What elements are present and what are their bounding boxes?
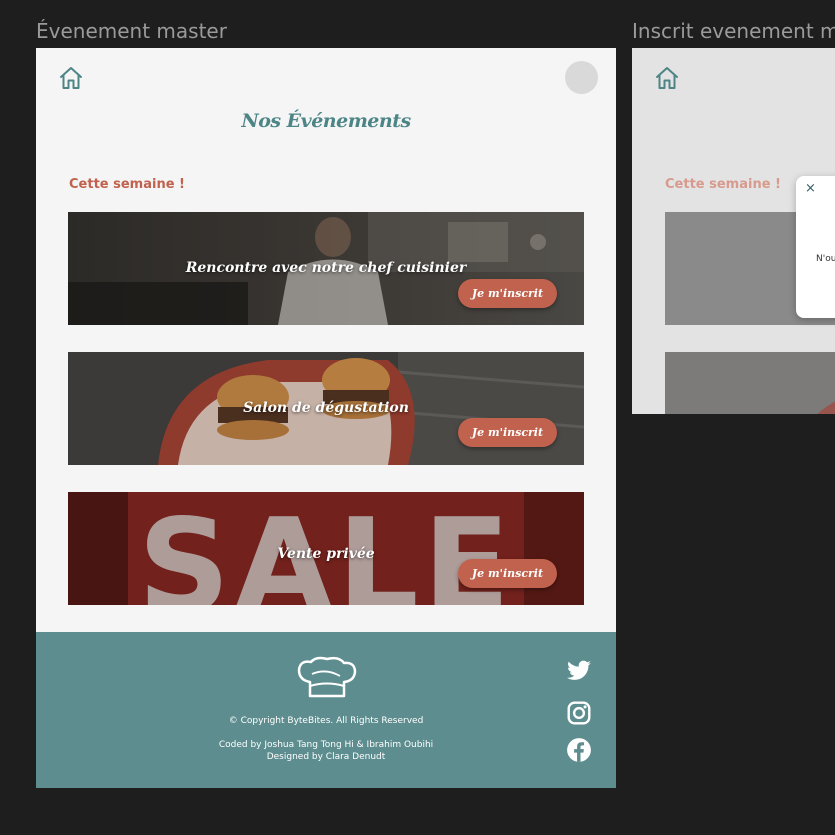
frame-label-inscrit-evenement[interactable]: Inscrit evenement m (632, 19, 835, 43)
event-card-dimmed (665, 352, 835, 414)
footer: © Copyright ByteBites. All Rights Reserv… (36, 632, 616, 788)
chef-hat-icon (297, 656, 357, 698)
event-title: Salon de dégustation (243, 400, 409, 416)
burgers-photo (817, 401, 835, 414)
facebook-icon[interactable] (566, 737, 592, 763)
designed-by-text: Designed by Clara Denudt (266, 752, 386, 762)
registration-modal: × N'ou (796, 176, 835, 318)
register-button[interactable]: Je m'inscrit (458, 559, 557, 588)
close-icon[interactable]: × (805, 181, 816, 196)
event-card-chef[interactable]: Rencontre avec notre chef cuisinier Je m… (68, 212, 584, 325)
page-title: Nos Événements (241, 110, 411, 132)
twitter-icon[interactable] (566, 658, 592, 684)
coded-by-text: Coded by Joshua Tang Tong Hi & Ibrahim O… (218, 740, 434, 750)
home-icon[interactable] (58, 65, 84, 91)
event-card-private-sale[interactable]: SALE Vente privée Je m'inscrit (68, 492, 584, 605)
credits: Coded by Joshua Tang Tong Hi & Ibrahim O… (36, 739, 616, 763)
section-heading: Cette semaine ! (69, 177, 185, 192)
instagram-icon[interactable] (566, 700, 592, 726)
event-card-tasting[interactable]: Salon de dégustation Je m'inscrit (68, 352, 584, 465)
event-title: Rencontre avec notre chef cuisinier (185, 260, 467, 276)
inscrit-evenement-frame: Cette semaine ! × N'ou (632, 48, 835, 414)
register-button[interactable]: Je m'inscrit (458, 418, 557, 447)
frame-label-evenement-master[interactable]: Évenement master (36, 19, 227, 43)
evenement-master-frame: Nos Événements Cette semaine ! Rencontre… (36, 48, 616, 788)
section-heading: Cette semaine ! (665, 177, 781, 192)
modal-message: N'ou (816, 254, 835, 264)
avatar[interactable] (565, 61, 598, 94)
home-icon[interactable] (654, 65, 680, 91)
register-button[interactable]: Je m'inscrit (458, 279, 557, 308)
copyright-text: © Copyright ByteBites. All Rights Reserv… (228, 716, 424, 726)
